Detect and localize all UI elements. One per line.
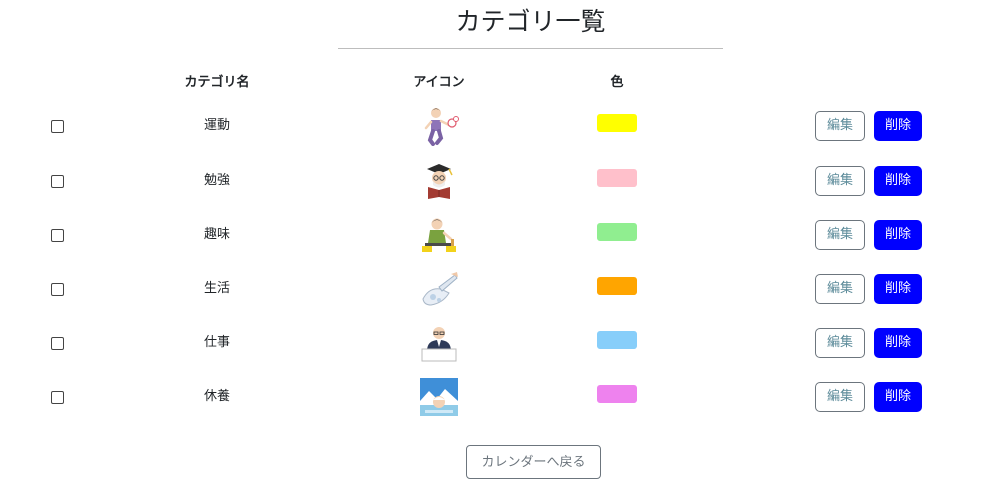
table-row: 生活 編集 削除 bbox=[0, 263, 1001, 317]
edit-button[interactable]: 編集 bbox=[815, 274, 865, 304]
row-select-checkbox[interactable] bbox=[51, 337, 64, 350]
delete-button[interactable]: 削除 bbox=[874, 274, 922, 304]
exercise-icon bbox=[419, 106, 459, 146]
page-title: カテゴリ一覧 bbox=[455, 7, 606, 36]
color-swatch bbox=[597, 114, 637, 132]
edit-button[interactable]: 編集 bbox=[815, 328, 865, 358]
color-swatch bbox=[597, 331, 637, 349]
edit-button[interactable]: 編集 bbox=[815, 220, 865, 250]
row-select-checkbox[interactable] bbox=[51, 391, 64, 404]
color-swatch bbox=[597, 223, 637, 241]
table-row: 趣味 編集 削除 bbox=[0, 209, 1001, 263]
table-row: 休養 編集 削除 bbox=[0, 371, 1001, 425]
row-select-checkbox[interactable] bbox=[51, 175, 64, 188]
rest-icon bbox=[419, 377, 459, 417]
table-row: 勉強 編集 削除 bbox=[0, 155, 1001, 209]
hobby-icon bbox=[419, 215, 459, 255]
column-header-name: カテゴリ名 bbox=[184, 75, 250, 90]
edit-button[interactable]: 編集 bbox=[815, 382, 865, 412]
category-name: 仕事 bbox=[203, 335, 230, 350]
table-row: 仕事 編集 削除 bbox=[0, 317, 1001, 371]
color-swatch bbox=[597, 277, 637, 295]
row-select-checkbox[interactable] bbox=[51, 120, 64, 133]
delete-button[interactable]: 削除 bbox=[874, 166, 922, 196]
delete-button[interactable]: 削除 bbox=[874, 220, 922, 250]
column-header-color: 色 bbox=[610, 75, 624, 90]
edit-button[interactable]: 編集 bbox=[815, 166, 865, 196]
category-name: 趣味 bbox=[203, 227, 230, 242]
category-name: 休養 bbox=[203, 389, 230, 404]
color-swatch bbox=[597, 169, 637, 187]
delete-button[interactable]: 削除 bbox=[874, 111, 922, 141]
color-swatch bbox=[597, 385, 637, 403]
delete-button[interactable]: 削除 bbox=[874, 328, 922, 358]
back-to-calendar-button[interactable]: カレンダーへ戻る bbox=[466, 445, 601, 479]
category-name: 運動 bbox=[203, 118, 230, 133]
column-header-icon: アイコン bbox=[413, 75, 465, 90]
row-select-checkbox[interactable] bbox=[51, 229, 64, 242]
study-icon bbox=[419, 161, 459, 201]
category-list-page: カテゴリ一覧 カテゴリ名 アイコン 色 運動 編集 削除 勉強 編集 削除 趣味… bbox=[0, 0, 1001, 485]
title-divider bbox=[338, 48, 723, 49]
category-name: 生活 bbox=[203, 281, 230, 296]
edit-button[interactable]: 編集 bbox=[815, 111, 865, 141]
life-icon bbox=[419, 269, 459, 309]
work-icon bbox=[419, 323, 459, 363]
table-row: 運動 編集 削除 bbox=[0, 100, 1001, 154]
row-select-checkbox[interactable] bbox=[51, 283, 64, 296]
category-name: 勉強 bbox=[203, 173, 230, 188]
delete-button[interactable]: 削除 bbox=[874, 382, 922, 412]
